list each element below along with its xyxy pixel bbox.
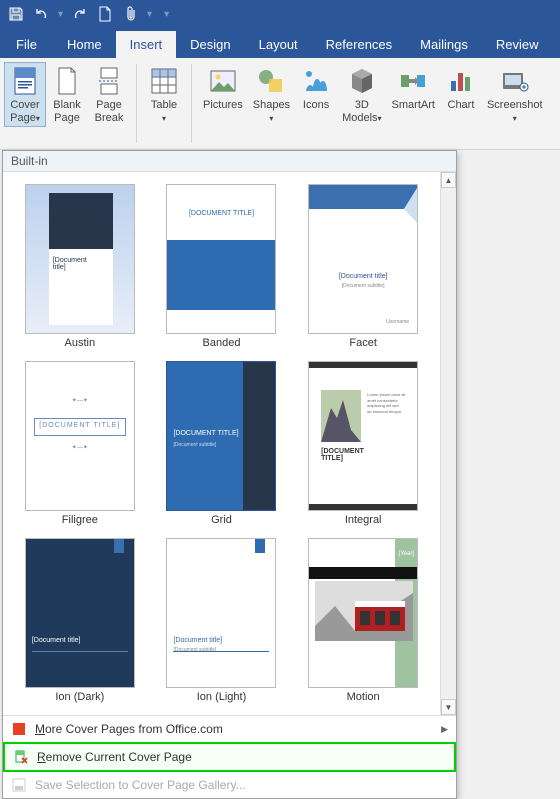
gallery-scrollbar[interactable]: ▲ ▼ — [440, 172, 456, 715]
scroll-up-button[interactable]: ▲ — [441, 172, 456, 188]
scroll-track[interactable] — [441, 188, 456, 699]
ribbon-tabs: File Home Insert Design Layout Reference… — [0, 28, 560, 58]
office-icon — [11, 721, 27, 737]
qat-separator: ▾ — [56, 9, 65, 20]
blank-page-button[interactable]: BlankPage — [46, 62, 88, 127]
undo-button[interactable] — [30, 2, 54, 26]
chevron-right-icon: ▶ — [441, 724, 448, 735]
qat-customize[interactable]: ▾ — [162, 9, 171, 20]
page-break-icon — [93, 65, 125, 97]
icons-icon — [300, 65, 332, 97]
menu-save-selection: Save Selection to Cover Page Gallery... — [3, 772, 456, 798]
icons-button[interactable]: Icons — [295, 62, 337, 115]
save-button[interactable] — [4, 2, 28, 26]
ribbon: CoverPage▾ BlankPage PageBreak Table▾ — [0, 58, 560, 150]
page-break-button[interactable]: PageBreak — [88, 62, 130, 127]
tab-review[interactable]: Review — [482, 31, 553, 58]
thumb-ion-light: [Document title] [Document subtitle] — [166, 538, 276, 688]
tab-layout[interactable]: Layout — [245, 31, 312, 58]
gallery-item-motion[interactable]: [Year] Motion — [294, 534, 432, 707]
screenshot-icon — [499, 65, 531, 97]
3d-models-icon — [346, 65, 378, 97]
ribbon-group-pages: CoverPage▾ BlankPage PageBreak — [0, 58, 134, 149]
tab-insert[interactable]: Insert — [116, 31, 177, 58]
tab-design[interactable]: Design — [176, 31, 244, 58]
tab-view[interactable]: View — [552, 31, 560, 58]
thumb-motion: [Year] — [308, 538, 418, 688]
thumb-banded: [DOCUMENT TITLE] — [166, 184, 276, 334]
screenshot-button[interactable]: Screenshot▾ — [482, 62, 548, 127]
menu-remove-cover-page[interactable]: Remove Current Cover Page — [3, 742, 456, 772]
table-icon — [148, 65, 180, 97]
gallery-footer: More Cover Pages from Office.com ▶ Remov… — [3, 715, 456, 798]
new-doc-button[interactable] — [93, 2, 117, 26]
ribbon-group-illustrations: Pictures Shapes▾ Icons 3DModels▾ SmartAr… — [194, 58, 552, 149]
ribbon-group-tables: Table▾ — [139, 58, 189, 149]
tab-file[interactable]: File — [0, 31, 53, 58]
gallery-item-grid[interactable]: [DOCUMENT TITLE] [Document subtitle] Gri… — [153, 357, 291, 530]
shapes-icon — [255, 65, 287, 97]
pictures-icon — [207, 65, 239, 97]
gallery-item-facet[interactable]: [Document title] [Document subtitle] Use… — [294, 180, 432, 353]
shapes-button[interactable]: Shapes▾ — [248, 62, 295, 127]
tab-references[interactable]: References — [312, 31, 406, 58]
gallery-item-banded[interactable]: [DOCUMENT TITLE] Banded — [153, 180, 291, 353]
cover-page-gallery: Built-in [Documenttitle] Austin [DOCUMEN… — [2, 150, 457, 799]
save-gallery-icon — [11, 777, 27, 793]
chart-button[interactable]: Chart — [440, 62, 482, 115]
gallery-grid: [Documenttitle] Austin [DOCUMENT TITLE] … — [3, 172, 440, 715]
thumb-facet: [Document title] [Document subtitle] Use… — [308, 184, 418, 334]
attach-button[interactable] — [119, 2, 143, 26]
scroll-down-button[interactable]: ▼ — [441, 699, 456, 715]
smartart-icon — [397, 65, 429, 97]
menu-more-cover-pages[interactable]: More Cover Pages from Office.com ▶ — [3, 716, 456, 742]
3d-models-button[interactable]: 3DModels▾ — [337, 62, 386, 127]
chart-icon — [445, 65, 477, 97]
qat-dropdown[interactable]: ▾ — [145, 9, 154, 20]
gallery-item-ion-light[interactable]: [Document title] [Document subtitle] Ion… — [153, 534, 291, 707]
tab-home[interactable]: Home — [53, 31, 116, 58]
quick-access-toolbar: ▾ ▾ ▾ — [0, 0, 560, 28]
cover-page-icon — [9, 65, 41, 97]
thumb-ion-dark: [Document title] — [25, 538, 135, 688]
tab-mailings[interactable]: Mailings — [406, 31, 482, 58]
blank-page-icon — [51, 65, 83, 97]
pictures-button[interactable]: Pictures — [198, 62, 248, 115]
gallery-item-filigree[interactable]: ✦—✦ [DOCUMENT TITLE] ✦—✦ Filigree — [11, 357, 149, 530]
thumb-filigree: ✦—✦ [DOCUMENT TITLE] ✦—✦ — [25, 361, 135, 511]
table-button[interactable]: Table▾ — [143, 62, 185, 127]
gallery-item-integral[interactable]: Lorem ipsum dolor sitamet consecteturadi… — [294, 357, 432, 530]
gallery-item-ion-dark[interactable]: [Document title] Ion (Dark) — [11, 534, 149, 707]
thumb-integral: Lorem ipsum dolor sitamet consecteturadi… — [308, 361, 418, 511]
thumb-austin: [Documenttitle] — [25, 184, 135, 334]
cover-page-button[interactable]: CoverPage▾ — [4, 62, 46, 127]
smartart-button[interactable]: SmartArt — [387, 62, 440, 115]
gallery-item-austin[interactable]: [Documenttitle] Austin — [11, 180, 149, 353]
gallery-header: Built-in — [3, 151, 456, 172]
remove-icon — [13, 749, 29, 765]
thumb-grid: [DOCUMENT TITLE] [Document subtitle] — [166, 361, 276, 511]
redo-button[interactable] — [67, 2, 91, 26]
